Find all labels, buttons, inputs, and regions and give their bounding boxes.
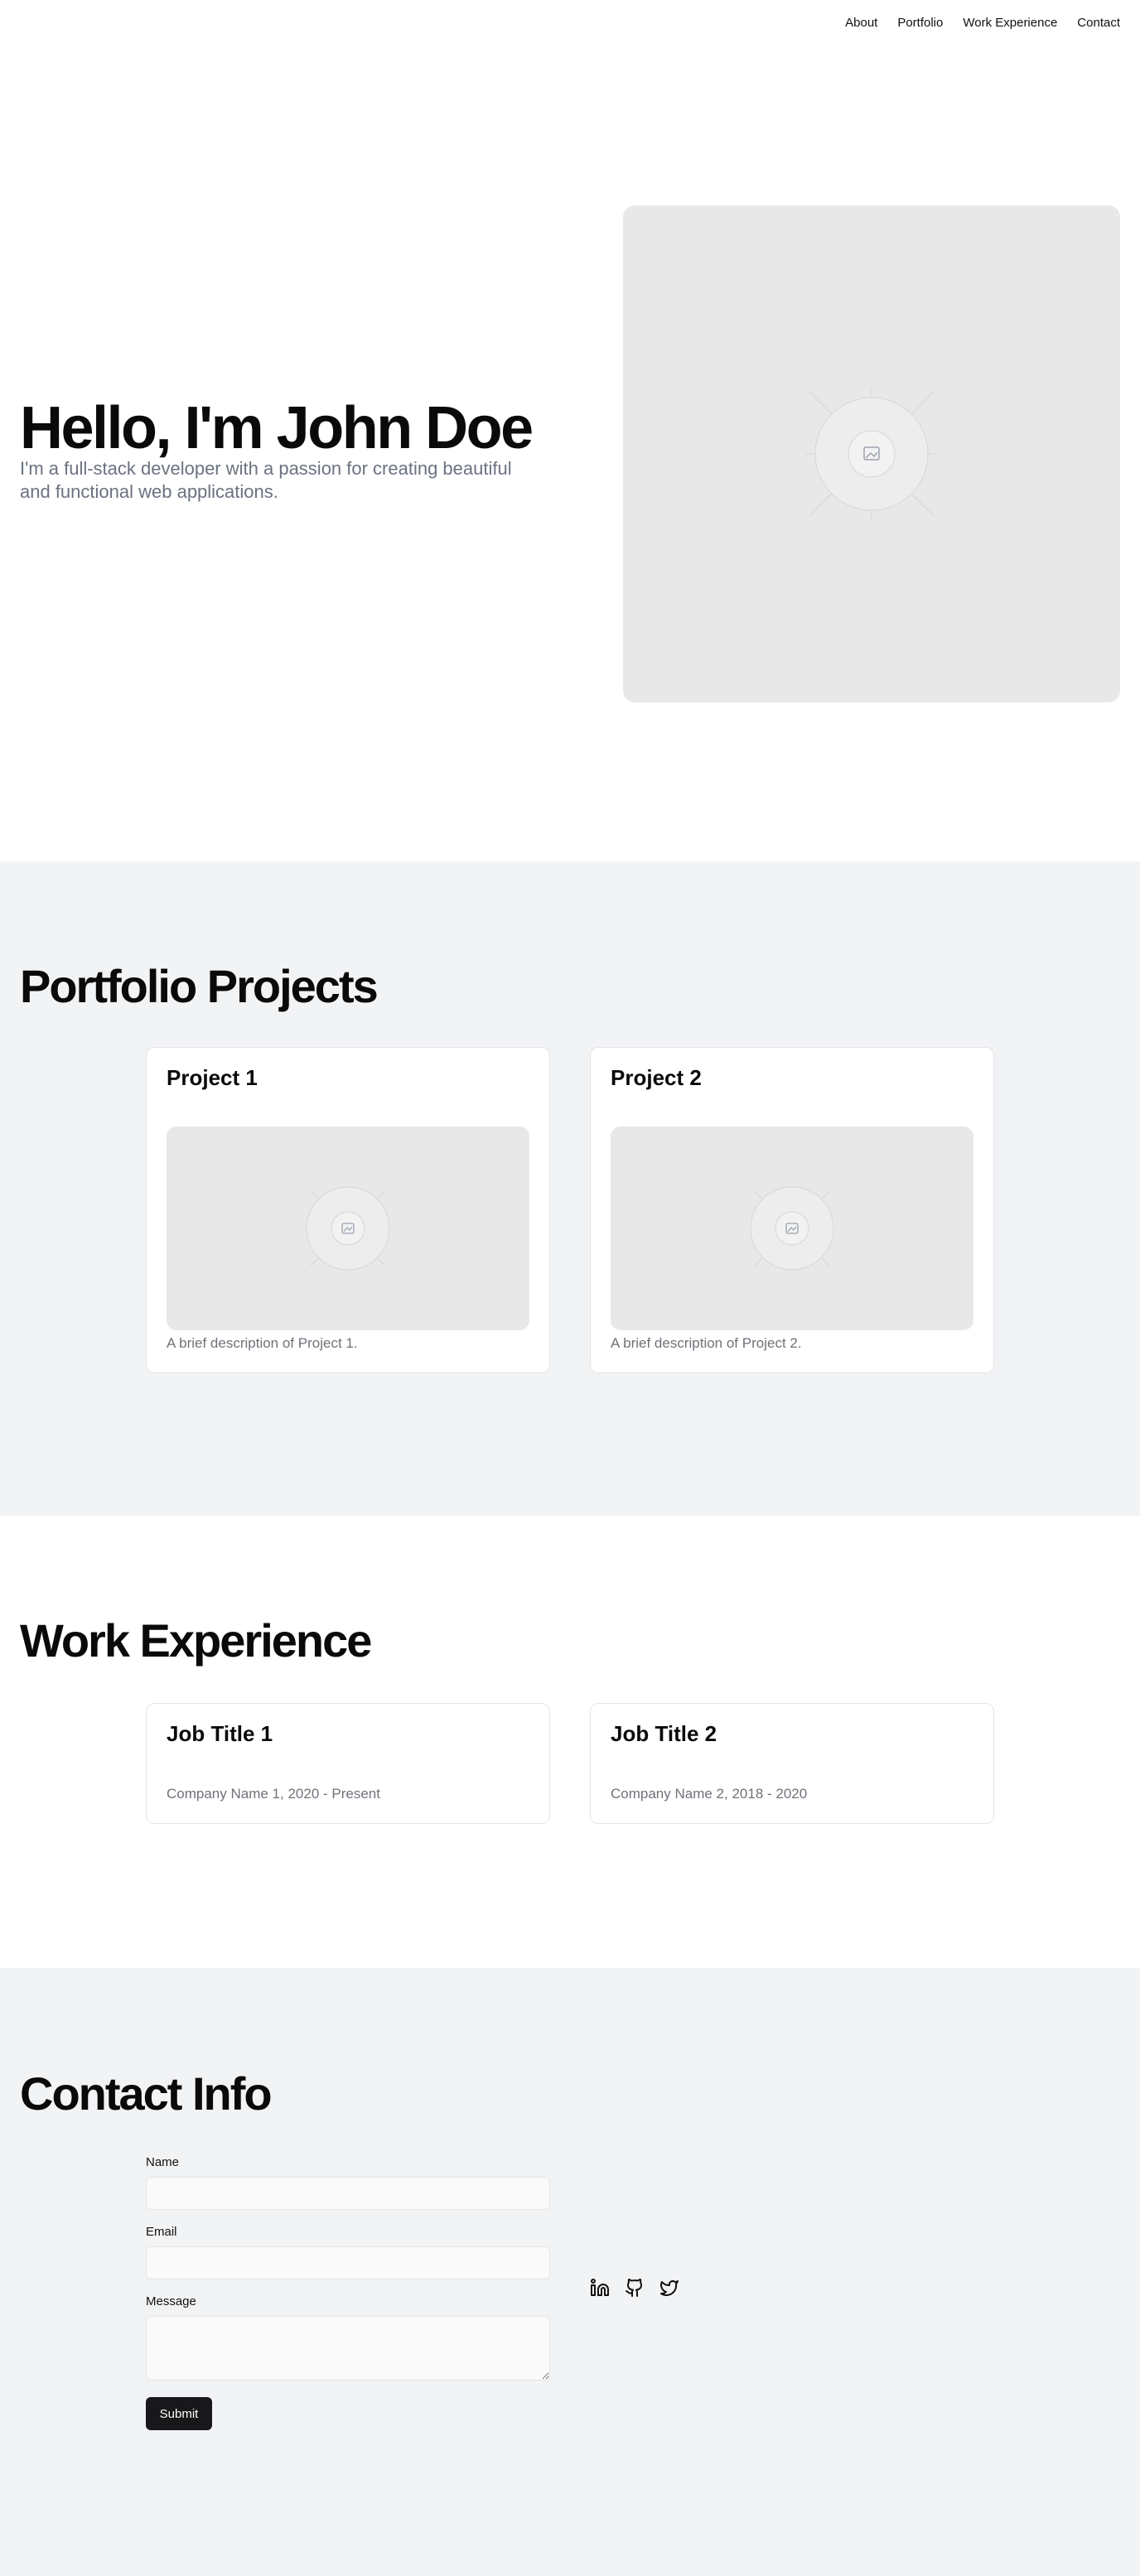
work-experience-section: Work Experience Job Title 1 Company Name… [0, 1516, 1140, 1968]
portfolio-title: Portfolio Projects [20, 960, 379, 1012]
nav-link-about[interactable]: About [845, 16, 877, 30]
twitter-icon[interactable] [659, 2278, 679, 2298]
image-placeholder-icon [306, 1186, 390, 1271]
contact-title: Contact Info [20, 2067, 273, 2120]
nav-links: About Portfolio Work Experience Contact [845, 16, 1120, 30]
image-placeholder-icon [750, 1186, 834, 1271]
name-label: Name [146, 2155, 180, 2169]
nav-link-portfolio[interactable]: Portfolio [897, 16, 943, 30]
project-card[interactable]: Project 2 A brief description of Project… [590, 1047, 994, 1373]
hero-image [623, 205, 1120, 702]
job-card: Job Title 1 Company Name 1, 2020 - Prese… [146, 1703, 550, 1824]
name-field[interactable] [146, 2177, 550, 2210]
hero-title: Hello, I'm John Doe [20, 395, 534, 461]
project-image [611, 1126, 973, 1330]
project-title: Project 2 [611, 1065, 702, 1090]
email-label: Email [146, 2225, 177, 2239]
github-icon[interactable] [625, 2278, 645, 2298]
work-experience-title: Work Experience [20, 1614, 372, 1667]
job-company: Company Name 1, 2020 - Present [167, 1786, 380, 1802]
message-label: Message [146, 2294, 196, 2308]
submit-button[interactable]: Submit [146, 2397, 212, 2430]
project-description: A brief description of Project 2. [611, 1335, 802, 1351]
project-description: A brief description of Project 1. [167, 1335, 358, 1351]
project-card[interactable]: Project 1 A brief description of Project… [146, 1047, 550, 1373]
job-title: Job Title 2 [611, 1721, 717, 1746]
job-title: Job Title 1 [167, 1721, 273, 1746]
message-field[interactable] [146, 2316, 550, 2381]
image-placeholder-icon [805, 388, 938, 520]
job-company: Company Name 2, 2018 - 2020 [611, 1786, 808, 1802]
contact-section: Contact Info Name Email Message Submit [0, 1968, 1140, 2576]
linkedin-icon[interactable] [590, 2278, 610, 2298]
hero-section: Hello, I'm John Doe I'm a full-stack dev… [0, 0, 1140, 861]
nav-link-work-experience[interactable]: Work Experience [963, 16, 1057, 30]
email-field[interactable] [146, 2246, 550, 2279]
project-title: Project 1 [167, 1065, 258, 1090]
nav-link-contact[interactable]: Contact [1077, 16, 1120, 30]
hero-subtitle: I'm a full-stack developer with a passio… [20, 458, 512, 502]
social-links [590, 2278, 679, 2298]
project-image [167, 1126, 529, 1330]
job-card: Job Title 2 Company Name 2, 2018 - 2020 [590, 1703, 994, 1824]
top-nav: About Portfolio Work Experience Contact [0, 0, 1140, 46]
portfolio-section: Portfolio Projects Project 1 A brief des [0, 861, 1140, 1516]
